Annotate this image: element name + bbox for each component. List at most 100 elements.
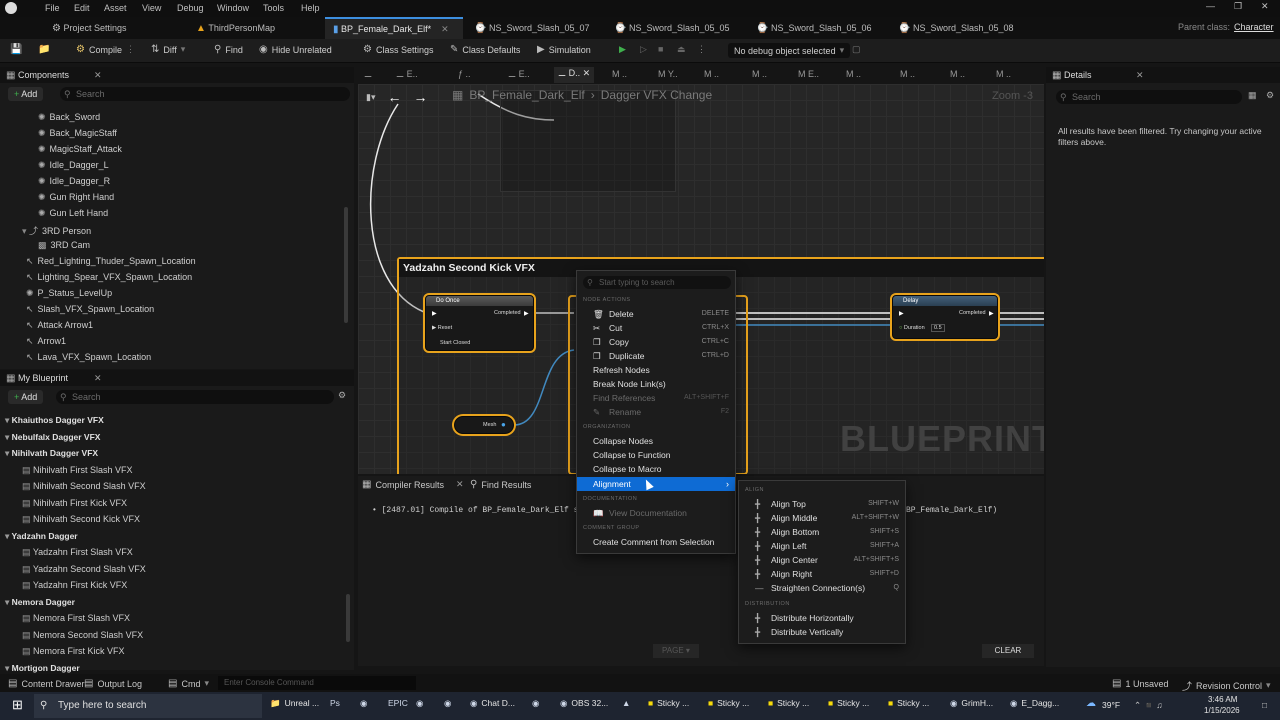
menu-align-item[interactable]: ╋ Align Left SHIFT+A (739, 539, 905, 553)
weather-temp[interactable]: 39°F (1102, 700, 1120, 710)
graph-item[interactable]: ▤ Nihilvath First Kick VFX (22, 498, 127, 509)
graph-tab-e2[interactable]: M E.. (798, 69, 819, 79)
component-item[interactable]: ✺ Gun Right Hand (38, 192, 114, 203)
tab-project-settings[interactable]: ⚙ Project Settings (44, 17, 135, 39)
menu-align-item[interactable]: ╋ Align Top SHIFT+W (739, 497, 905, 511)
graph-item[interactable]: ▤ Nihilvath First Slash VFX (22, 465, 133, 476)
graph-item[interactable]: ▤ Nemora Second Slash VFX (22, 630, 143, 641)
component-item[interactable]: ▾ ⤴ 3RD Person (22, 224, 91, 237)
component-item[interactable]: ✺ Idle_Dagger_L (38, 160, 109, 171)
menu-alignment[interactable]: Alignment › (577, 477, 735, 491)
menu-refresh-nodes[interactable]: Refresh Nodes (577, 363, 735, 377)
add-member-button[interactable]: + Add (8, 390, 44, 404)
menu-edit[interactable]: Edit (74, 3, 90, 13)
duration-pin[interactable]: ○ Duration (899, 325, 925, 331)
menu-align-item[interactable]: ╋ Align Center ALT+SHIFT+S (739, 553, 905, 567)
taskbar-app[interactable]: ■ Sticky ... (828, 698, 869, 708)
menu-distribute-vertically[interactable]: ╋ Distribute Vertically (739, 625, 905, 639)
tab-ns-sword-slash-08[interactable]: ⌚ NS_Sword_Slash_05_08 (890, 17, 1022, 39)
play-options-icon[interactable]: ⋮ (697, 44, 706, 55)
menu-view[interactable]: View (142, 3, 161, 13)
menu-align-item[interactable]: ╋ Align Middle ALT+SHIFT+W (739, 511, 905, 525)
clock-date[interactable]: 1/15/2026 (1204, 706, 1240, 715)
graph-tab-m2[interactable]: M .. (752, 69, 767, 79)
revision-control-button[interactable]: ⤴ Revision Control ▾ (1182, 678, 1271, 693)
debug-find-icon[interactable]: ▢ (852, 44, 861, 55)
console-command-input[interactable]: Enter Console Command (218, 676, 416, 690)
category-row[interactable]: ▾ Nemora Dagger (5, 597, 75, 608)
play-icon[interactable]: ▶ (619, 44, 626, 55)
taskbar-app[interactable]: ◉ (360, 698, 371, 709)
components-scrollbar[interactable] (344, 207, 348, 323)
close-panel-icon[interactable]: ✕ (1136, 70, 1144, 81)
close-window-icon[interactable]: ✕ (1261, 1, 1269, 12)
component-item[interactable]: ✺ Back_Sword (38, 112, 100, 123)
graph-tab-m5[interactable]: M .. (950, 69, 965, 79)
graph-item[interactable]: ▤ Yadzahn Second Slash VFX (22, 564, 146, 575)
category-row[interactable]: ▾ Khaiuthos Dagger VFX (5, 415, 104, 426)
menu-help[interactable]: Help (301, 3, 320, 13)
output-log-button[interactable]: ▤ Output Log (84, 678, 142, 689)
graph-item[interactable]: ▤ Nihilvath Second Slash VFX (22, 481, 146, 492)
component-item[interactable]: ✺ Gun Left Hand (38, 208, 108, 219)
save-icon[interactable]: 💾 (10, 44, 22, 55)
details-search-input[interactable]: Search ⚲ (1056, 90, 1242, 104)
graph-tab-macro[interactable]: M .. (612, 69, 627, 79)
graph-tab-m[interactable]: M .. (704, 69, 719, 79)
component-item[interactable]: ✺ Back_MagicStaff (38, 128, 117, 139)
menu-window[interactable]: Window (217, 3, 249, 13)
component-item[interactable]: ↖ Lighting_Spear_VFX_Spawn_Location (26, 272, 192, 283)
menu-align-item[interactable]: ╋ Align Right SHIFT+D (739, 567, 905, 581)
context-search-input[interactable]: ⚲ Start typing to search (583, 276, 731, 289)
eject-icon[interactable]: ⏏ (677, 44, 686, 55)
add-component-button[interactable]: + Add (8, 87, 44, 101)
component-item[interactable]: ↖ Attack Arrow1 (26, 320, 93, 331)
graph-item[interactable]: ▤ Nemora First Kick VFX (22, 646, 125, 657)
graph-tab-dagger[interactable]: ⚊ D.. ✕ (554, 67, 595, 83)
taskbar-app[interactable]: Ps (330, 698, 344, 708)
graph-tab-icon[interactable]: ⚊ (364, 69, 372, 80)
component-item[interactable]: ✺ P_Status_LevelUp (26, 288, 112, 299)
menu-file[interactable]: File (45, 3, 60, 13)
menu-align-item[interactable]: — Straighten Connection(s) Q (739, 581, 905, 595)
component-item[interactable]: ✺ MagicStaff_Attack (38, 144, 122, 155)
page-dropdown[interactable]: PAGE ▾ (653, 644, 699, 658)
taskbar-app[interactable]: ◉ GrimH... (950, 698, 993, 709)
breadcrumb-graph[interactable]: Dagger VFX Change (601, 88, 712, 102)
delay-node[interactable]: Delay ▶ Completed ▶ ○ Duration 0.5 (892, 295, 998, 339)
my-blueprint-search-input[interactable]: Search ⚲ (56, 390, 334, 404)
menu-copy[interactable]: ❐ Copy CTRL+C (577, 335, 735, 349)
mesh-variable-node[interactable]: Mesh ● (454, 416, 514, 434)
graph-tab-y[interactable]: M Y.. (658, 69, 678, 79)
taskbar-app[interactable]: ■ Sticky ... (888, 698, 929, 708)
forward-arrow-icon[interactable]: → (413, 89, 427, 105)
taskbar-app[interactable]: EPIC (388, 698, 412, 708)
taskbar-app[interactable]: ■ Sticky ... (768, 698, 809, 708)
component-item[interactable]: ▩ 3RD Cam (38, 240, 90, 251)
menu-collapse-nodes[interactable]: Collapse Nodes (577, 434, 735, 448)
taskbar-app[interactable]: ◉ (416, 698, 427, 709)
stop-icon[interactable]: ■ (658, 44, 663, 54)
component-item[interactable]: ↖ Arrow1 (26, 336, 66, 347)
graph-options-icon[interactable]: ▮▾ (366, 92, 375, 103)
hide-unrelated-button[interactable]: ◉ Hide Unrelated (259, 44, 332, 55)
graph-item[interactable]: ▤ Nemora First Slash VFX (22, 613, 130, 624)
class-defaults-button[interactable]: ✎ Class Defaults (450, 44, 520, 55)
tab-ns-sword-slash-07[interactable]: ⌚ NS_Sword_Slash_05_07 (466, 17, 598, 39)
menu-align-item[interactable]: ╋ Align Bottom SHIFT+S (739, 525, 905, 539)
table-view-icon[interactable]: ▦ (1248, 90, 1257, 101)
clear-button[interactable]: CLEAR (982, 644, 1034, 658)
menu-distribute-horizontally[interactable]: ╋ Distribute Horizontally (739, 611, 905, 625)
debug-object-dropdown[interactable]: No debug object selected ▾ (728, 43, 851, 58)
do-once-node[interactable]: Do Once ▶ Completed ▶ ▶ Reset Start Clos… (425, 295, 534, 351)
close-panel-icon[interactable]: ✕ (94, 373, 102, 384)
menu-collapse-macro[interactable]: Collapse to Macro (577, 462, 735, 476)
find-button[interactable]: ⚲ Find (214, 44, 243, 55)
browse-icon[interactable]: 📁 (38, 44, 50, 55)
restore-icon[interactable]: ❐ (1234, 1, 1242, 12)
graph-tab-event[interactable]: ⚊ E.. (396, 69, 418, 80)
close-panel-icon[interactable]: ✕ (94, 70, 102, 81)
parent-class-link[interactable]: Character (1234, 22, 1274, 32)
graph-tab-m4[interactable]: M .. (900, 69, 915, 79)
tab-third-person-map[interactable]: ▲ ThirdPersonMap (188, 17, 283, 39)
